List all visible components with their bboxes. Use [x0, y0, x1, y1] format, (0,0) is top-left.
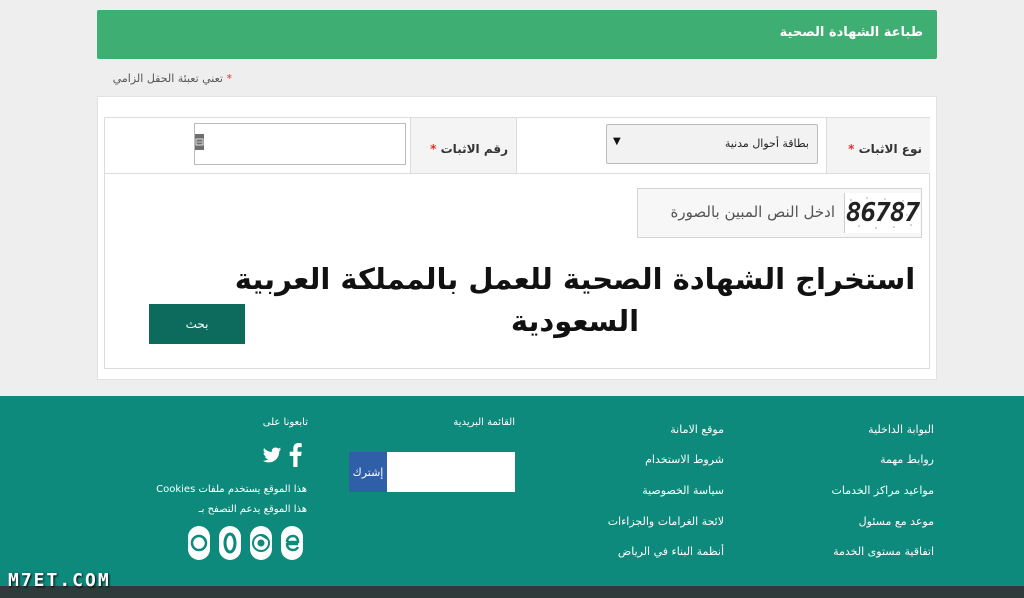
opera-icon — [219, 526, 241, 560]
idnum-label-text: رقم الاثبات — [440, 142, 508, 156]
search-button[interactable]: بحث — [149, 304, 245, 344]
footer-link-important-links[interactable]: روابط مهمة — [880, 453, 934, 466]
keyboard-icon — [195, 134, 204, 150]
footer-link-privacy-policy[interactable]: سياسة الخصوصية — [642, 484, 724, 497]
overlay-title: استخراج الشهادة الصحية للعمل بالمملكة ال… — [234, 262, 916, 338]
footer-link-appointment-official[interactable]: موعد مع مسئول — [859, 515, 934, 528]
twitter-icon[interactable] — [262, 445, 282, 465]
doctype-label-text: نوع الاثبات — [858, 142, 922, 156]
required-star: * — [848, 142, 855, 156]
doctype-label: نوع الاثبات * — [848, 142, 922, 156]
subscribe-button[interactable]: إشترك — [349, 452, 387, 492]
required-note: * تعني تعبئة الحقل الزامي — [97, 72, 232, 85]
footer-link-terms-of-use[interactable]: شروط الاستخدام — [645, 453, 724, 466]
follow-us-heading: تابعونا على — [262, 417, 308, 428]
caret-down-icon: ▼ — [613, 136, 621, 147]
captcha-code: 86787 — [845, 198, 920, 228]
footer-link-service-level-agreement[interactable]: اتفاقية مستوى الخدمة — [833, 545, 934, 558]
page-header: طباعة الشهادة الصحية — [97, 10, 937, 59]
idnum-label: رقم الاثبات * — [430, 142, 508, 156]
footer-bottom-bar — [0, 586, 1024, 598]
required-star: * — [430, 142, 437, 156]
captcha-image: 86787 — [844, 193, 920, 233]
newsletter-email-input[interactable] — [387, 452, 515, 492]
doctype-select[interactable]: بطاقة أحوال مدنية ▼ — [606, 124, 818, 164]
ie-icon — [281, 526, 303, 560]
page-title: طباعة الشهادة الصحية — [779, 25, 923, 40]
footer-link-riyadh-building-codes[interactable]: أنظمة البناء في الرياض — [618, 545, 724, 558]
idnum-input[interactable] — [194, 123, 406, 165]
idnum-label-cell: رقم الاثبات * — [410, 118, 517, 173]
captcha-field[interactable]: ادخل النص المبين بالصورة 86787 — [637, 188, 922, 238]
newsletter-heading: القائمة البريدية — [453, 417, 515, 428]
footer-link-fines-regulations[interactable]: لائحة الغرامات والجزاءات — [608, 515, 724, 528]
footer-link-internal-portal[interactable]: البوابة الداخلية — [868, 423, 934, 436]
required-note-text: تعني تعبئة الحقل الزامي — [112, 72, 223, 85]
footer-link-service-center-hours[interactable]: مواعيد مراكز الخدمات — [832, 484, 935, 497]
footer-link-amanah-site[interactable]: موقع الامانة — [670, 423, 724, 436]
doctype-selected-value: بطاقة أحوال مدنية — [724, 137, 809, 150]
facebook-icon[interactable] — [289, 443, 302, 467]
watermark: M7ET.COM — [8, 570, 111, 591]
doctype-label-cell: نوع الاثبات * — [826, 118, 930, 173]
firefox-icon — [188, 526, 210, 560]
browsers-note: هذا الموقع يدعم التصفح بـ — [198, 504, 307, 515]
chrome-icon — [250, 526, 272, 560]
captcha-placeholder: ادخل النص المبين بالصورة — [670, 203, 835, 221]
cookies-note: هذا الموقع يستخدم ملفات Cookies — [156, 484, 307, 495]
required-star: * — [226, 72, 233, 85]
